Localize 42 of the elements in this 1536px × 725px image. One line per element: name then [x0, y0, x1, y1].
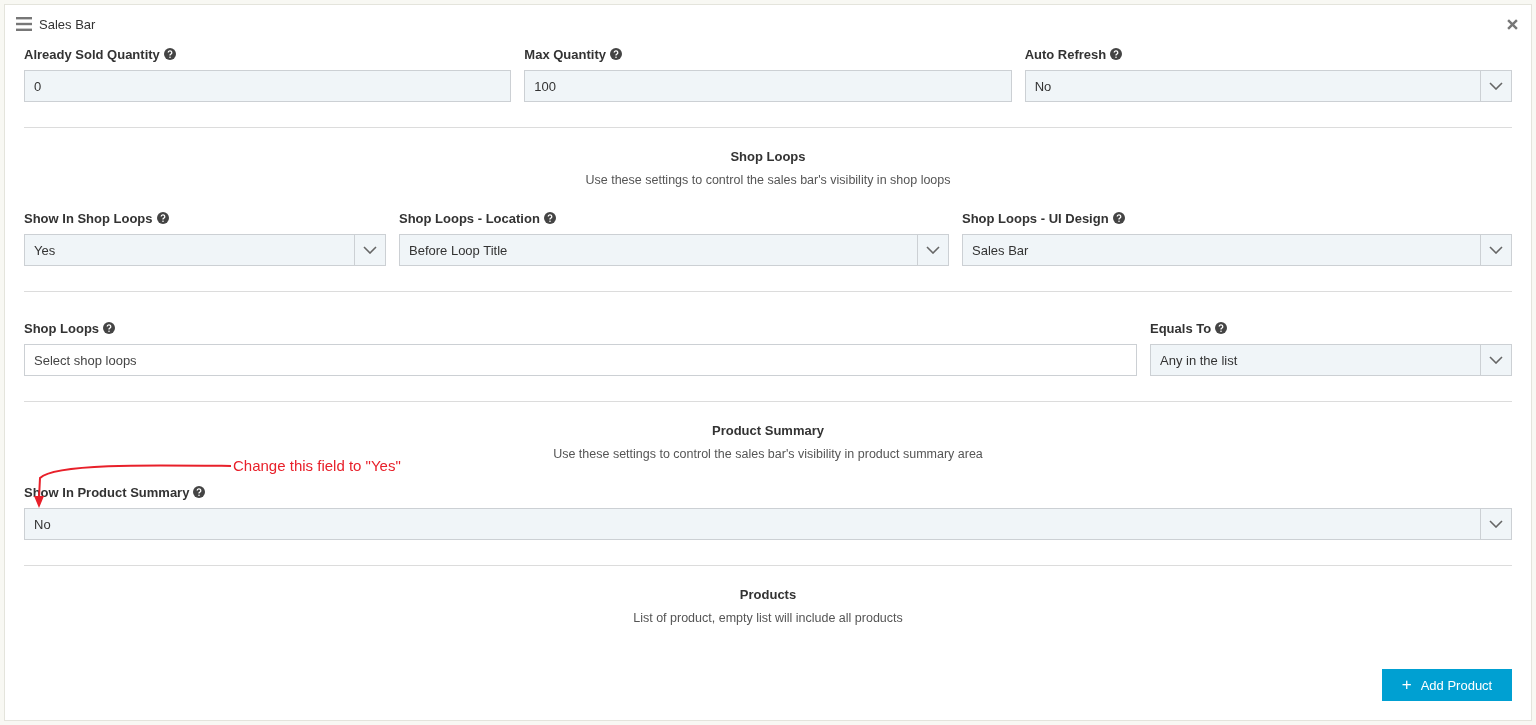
section-description: List of product, empty list will include all products	[632, 611, 904, 625]
help-icon[interactable]	[163, 48, 176, 60]
chevron-down-icon	[1489, 82, 1503, 90]
field-label: Auto Refresh	[1024, 46, 1107, 62]
help-icon[interactable]	[609, 48, 622, 60]
select-field[interactable]: Sales Bar	[962, 234, 1512, 266]
section-description: Use these settings to control the sales bar's visibility in product summary area	[552, 447, 984, 461]
chevron-down-icon	[926, 246, 940, 254]
section-heading: Shop Loops	[729, 149, 807, 164]
select-field[interactable]: Before Loop Title	[399, 234, 949, 266]
section-description: Use these settings to control the sales bar's visibility in shop loops	[584, 173, 952, 187]
field-label: Show In Shop Loops	[24, 210, 153, 226]
chevron-down-icon	[1489, 246, 1503, 254]
panel-title: Sales Bar	[39, 16, 97, 32]
field-label: Max Quantity	[524, 46, 606, 62]
field-label: Shop Loops - UI Design	[962, 210, 1109, 226]
section-heading: Product Summary	[711, 423, 825, 438]
help-icon[interactable]	[1215, 322, 1228, 334]
number-field[interactable]: 100	[524, 70, 1012, 102]
field-label: Already Sold Quantity	[24, 46, 160, 62]
help-icon[interactable]	[543, 212, 556, 224]
help-icon[interactable]	[1110, 48, 1123, 60]
field-label: Equals To	[1150, 320, 1212, 336]
select-field[interactable]: No	[24, 508, 1512, 540]
select-field[interactable]: Any in the list	[1150, 344, 1512, 376]
help-icon[interactable]	[103, 322, 116, 334]
section-heading: Products	[738, 587, 798, 602]
close-icon[interactable]	[1507, 18, 1518, 30]
field-label: Shop Loops	[24, 320, 100, 336]
field-label: Shop Loops - Location	[399, 210, 540, 226]
select-field[interactable]: Select shop loops	[24, 344, 1137, 376]
annotation-text: Change this field to "Yes"	[233, 457, 401, 474]
help-icon[interactable]	[1112, 212, 1125, 224]
menu-icon[interactable]	[16, 17, 32, 31]
chevron-down-icon	[1489, 356, 1503, 364]
help-icon[interactable]	[156, 212, 169, 224]
chevron-down-icon	[1489, 520, 1503, 528]
help-icon[interactable]	[193, 486, 206, 498]
select-field[interactable]: Yes	[24, 234, 386, 266]
chevron-down-icon	[363, 246, 377, 254]
select-field[interactable]: No	[1024, 70, 1512, 102]
number-field[interactable]: 0	[24, 70, 512, 102]
